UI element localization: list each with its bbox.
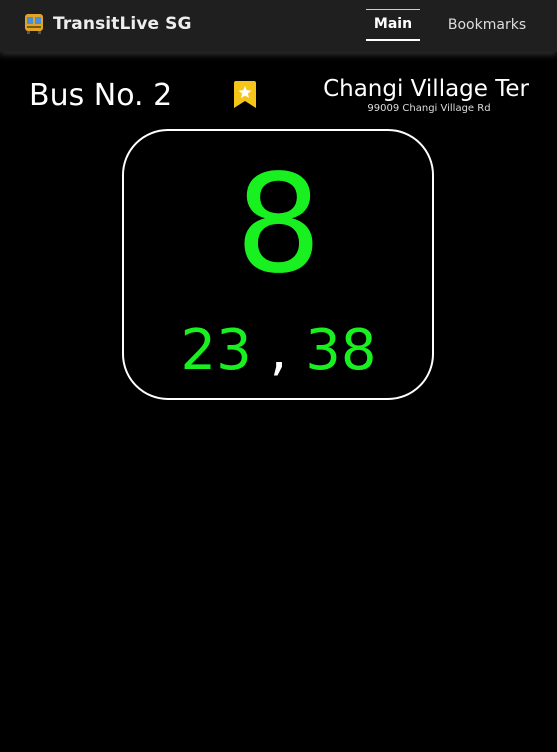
top-navbar: TransitLive SG Main Bookmarks (0, 0, 557, 52)
stop-code-road: 99009 Changi Village Rd (367, 103, 491, 114)
tab-main[interactable]: Main (366, 9, 420, 41)
bus-icon (25, 14, 43, 34)
subsequent-arrivals: 23 , 38 (0, 319, 557, 383)
app-title: TransitLive SG (53, 14, 192, 34)
stop-name: Changi Village Ter (323, 76, 529, 102)
star-bookmark-icon[interactable] (233, 81, 257, 108)
bus-number-label: Bus No. 2 (29, 78, 173, 113)
next-arrival-minutes: 8 (235, 146, 322, 304)
tab-bookmarks[interactable]: Bookmarks (442, 9, 532, 41)
third-arrival-minutes: 38 (305, 318, 377, 383)
arrival-separator: , (269, 318, 288, 383)
brand[interactable]: TransitLive SG (24, 12, 192, 36)
second-arrival-minutes: 23 (180, 318, 252, 383)
